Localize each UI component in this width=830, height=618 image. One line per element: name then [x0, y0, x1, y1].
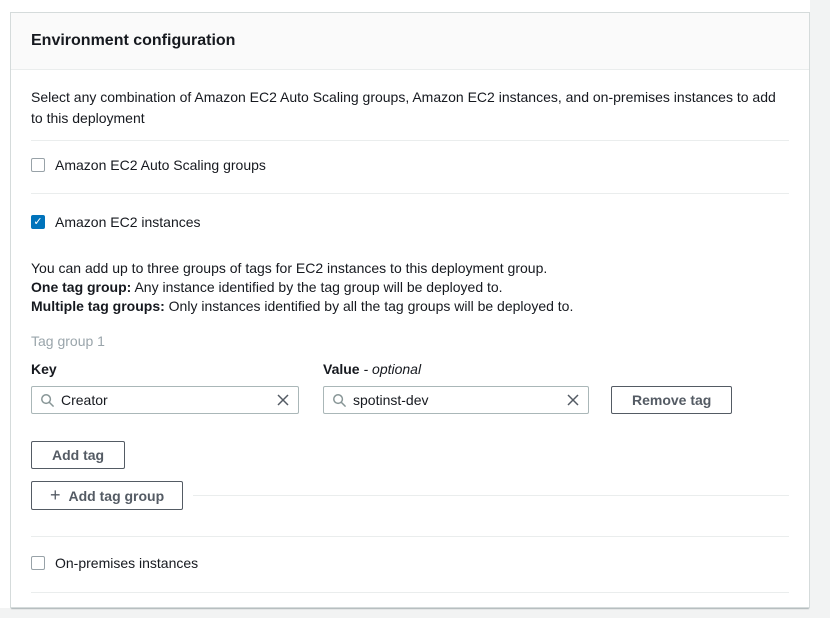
option-on-premises-instances[interactable]: On-premises instances: [31, 552, 789, 574]
add-tag-group-row: + Add tag group: [31, 481, 789, 510]
divider: [31, 536, 789, 537]
value-optional-text: - optional: [363, 361, 421, 377]
help-line-2-rest: Any instance identified by the tag group…: [131, 279, 502, 295]
option-ec2-auto-scaling-groups[interactable]: Amazon EC2 Auto Scaling groups: [31, 154, 789, 176]
divider: [31, 193, 789, 194]
environment-configuration-panel: Environment configuration Select any com…: [10, 12, 810, 608]
clear-value-icon[interactable]: [566, 393, 580, 407]
help-line-2-lead: One tag group:: [31, 279, 131, 295]
clear-key-icon[interactable]: [276, 393, 290, 407]
help-line-3: Multiple tag groups: Only instances iden…: [31, 297, 789, 316]
tag-key-input[interactable]: [61, 392, 270, 408]
optional-suffix: - optional: [363, 361, 421, 377]
page-background-right: [810, 0, 830, 618]
option-ec2-instances[interactable]: ✓ Amazon EC2 instances: [31, 211, 789, 233]
help-line-3-lead: Multiple tag groups:: [31, 298, 165, 314]
plus-icon: +: [50, 486, 61, 504]
panel-body: Select any combination of Amazon EC2 Aut…: [11, 87, 809, 593]
ec2-auto-scaling-groups-checkbox[interactable]: [31, 158, 45, 172]
panel-header: Environment configuration: [11, 13, 809, 70]
ec2-tag-help-text: You can add up to three groups of tags f…: [31, 259, 789, 316]
add-tag-button[interactable]: Add tag: [31, 441, 125, 469]
add-tag-group-label: Add tag group: [69, 488, 165, 504]
on-premises-instances-checkbox[interactable]: [31, 556, 45, 570]
checkmark-icon: ✓: [33, 217, 42, 228]
ec2-auto-scaling-groups-label: Amazon EC2 Auto Scaling groups: [55, 157, 266, 173]
help-line-3-rest: Only instances identified by all the tag…: [165, 298, 574, 314]
tag-value-input[interactable]: [353, 392, 560, 408]
search-icon: [40, 393, 55, 408]
page: Environment configuration Select any com…: [0, 0, 830, 618]
search-icon: [332, 393, 347, 408]
panel-title: Environment configuration: [31, 32, 235, 50]
on-premises-instances-label: On-premises instances: [55, 555, 198, 571]
ec2-instances-checkbox[interactable]: ✓: [31, 215, 45, 229]
tag-inputs-row: Remove tag: [31, 386, 789, 414]
help-line-2: One tag group: Any instance identified b…: [31, 278, 789, 297]
key-label: Key: [31, 361, 323, 377]
add-tag-group-button[interactable]: + Add tag group: [31, 481, 183, 510]
value-label-text: Value: [323, 361, 360, 377]
divider: [193, 495, 789, 496]
help-line-1: You can add up to three groups of tags f…: [31, 259, 789, 278]
value-label: Value - optional: [323, 361, 421, 377]
divider: [31, 592, 789, 593]
divider: [31, 140, 789, 141]
panel-description: Select any combination of Amazon EC2 Aut…: [31, 87, 779, 129]
tag-group-heading: Tag group 1: [31, 333, 789, 349]
remove-tag-button[interactable]: Remove tag: [611, 386, 732, 414]
field-labels-row: Key Value - optional: [31, 361, 789, 377]
page-background-bottom: [0, 608, 830, 618]
tag-key-field[interactable]: [31, 386, 299, 414]
tag-value-field[interactable]: [323, 386, 589, 414]
ec2-instances-label: Amazon EC2 instances: [55, 214, 201, 230]
